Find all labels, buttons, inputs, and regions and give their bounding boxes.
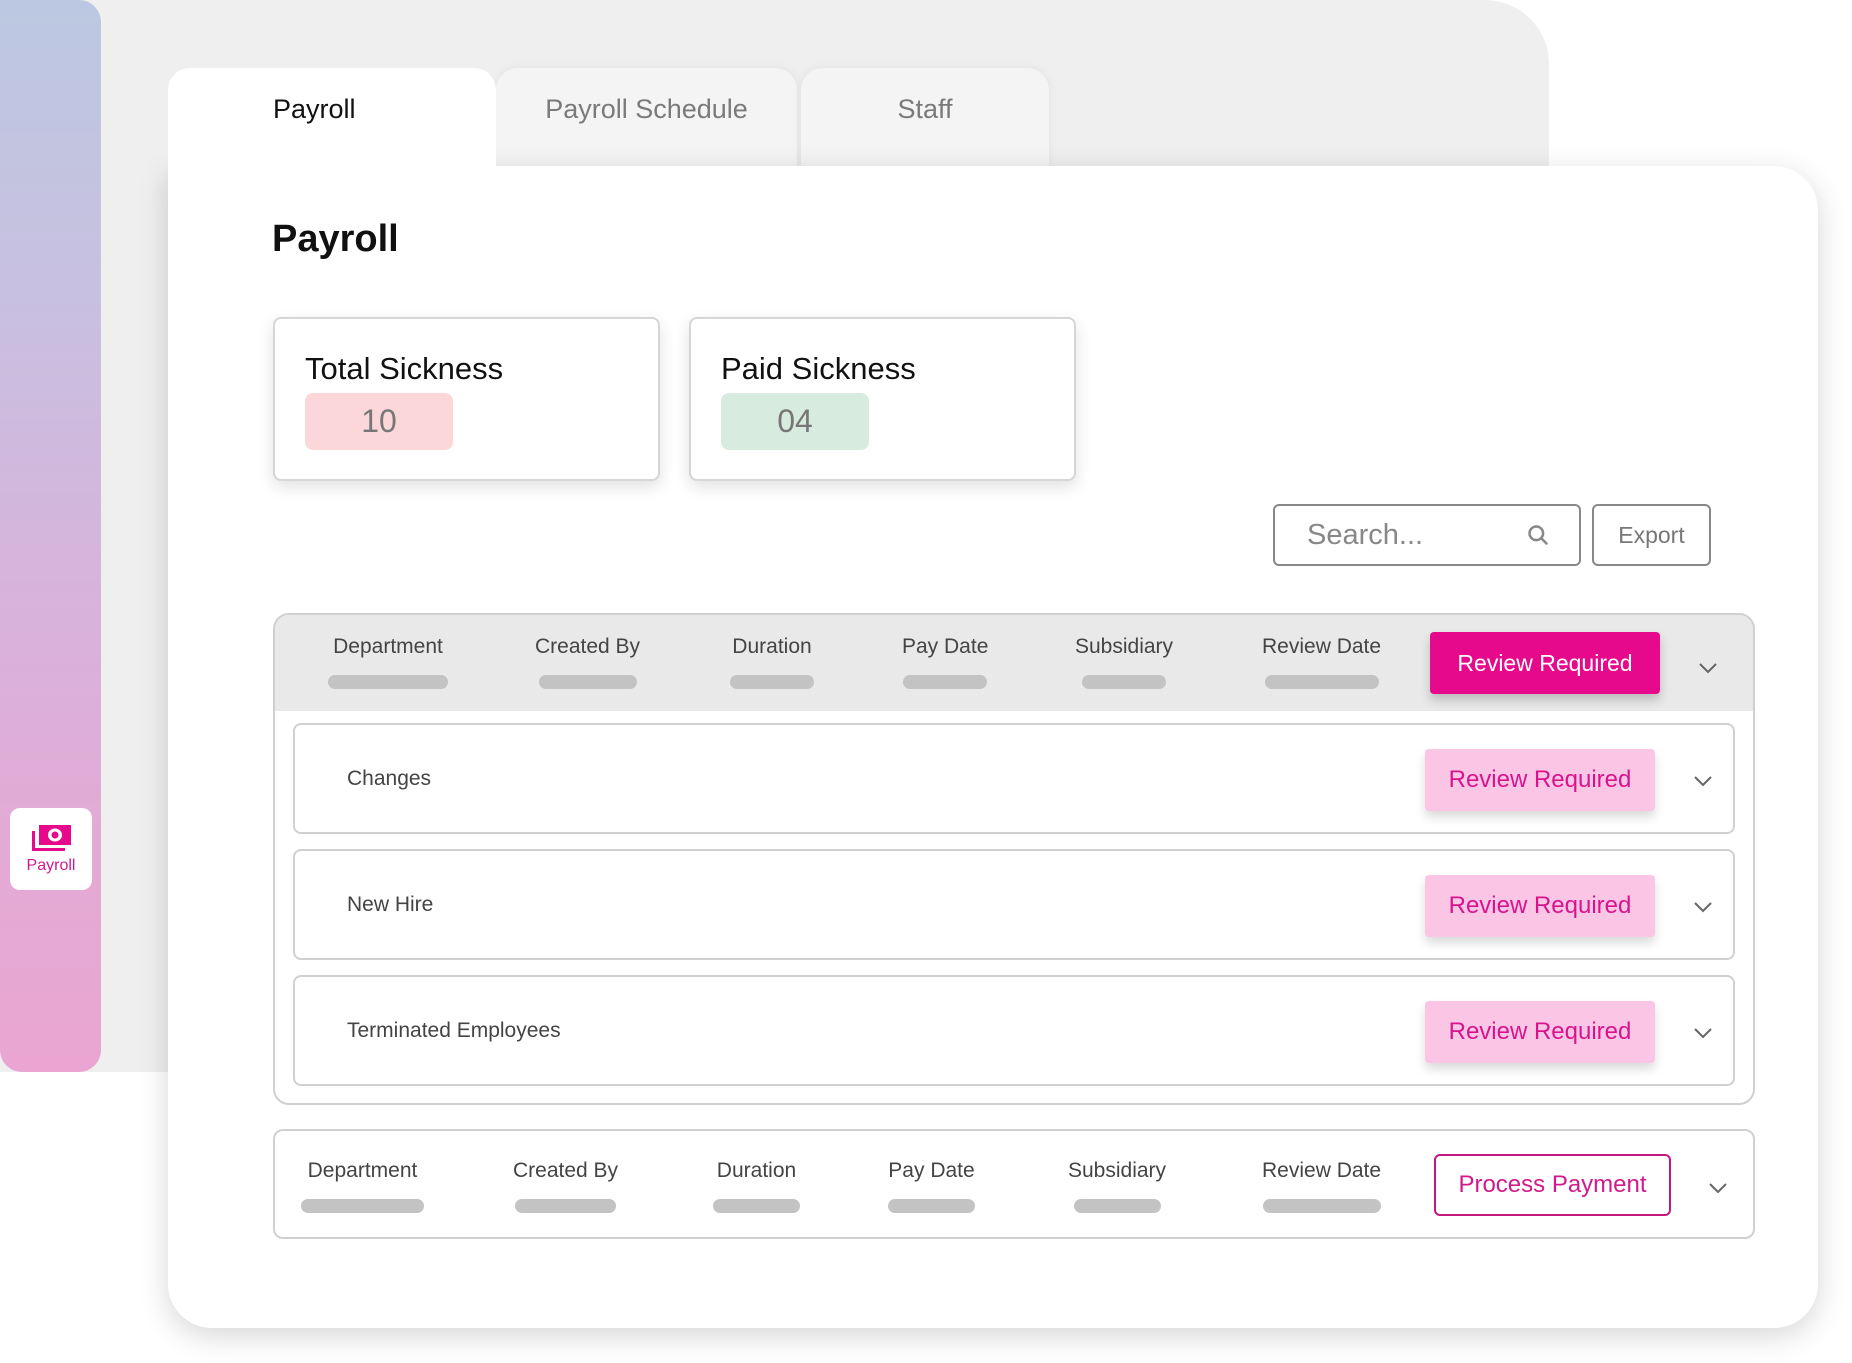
stat-title: Total Sickness <box>305 351 504 386</box>
placeholder-bar <box>515 1199 617 1213</box>
chevron-down-icon[interactable] <box>1690 768 1716 794</box>
column-header: Duration <box>716 1159 797 1182</box>
stat-card-total-sickness: Total Sickness 10 <box>273 317 660 481</box>
chevron-down-icon[interactable] <box>1690 1020 1716 1046</box>
chevron-down-icon[interactable] <box>1705 1175 1731 1201</box>
page-title: Payroll <box>272 218 399 260</box>
column-header: Pay Date <box>902 635 989 658</box>
stat-title: Paid Sickness <box>721 351 916 386</box>
search-box[interactable] <box>1273 504 1581 566</box>
review-table: Department Created By Duration Pay Date … <box>273 613 1755 1105</box>
list-item[interactable]: New Hire Review Required <box>293 849 1735 960</box>
placeholder-bar <box>1264 675 1379 689</box>
column-review-date: Review Date <box>1262 635 1381 689</box>
placeholder-bar <box>1073 1199 1161 1213</box>
column-review-date: Review Date <box>1262 1159 1381 1213</box>
row-name: New Hire <box>347 892 434 916</box>
payment-table: Department Created By Duration Pay Date … <box>273 1129 1755 1239</box>
column-header: Subsidiary <box>1068 1159 1167 1182</box>
placeholder-bar <box>730 675 814 689</box>
stat-value: 10 <box>305 393 453 450</box>
column-subsidiary: Subsidiary <box>1068 1159 1166 1213</box>
placeholder-bar <box>888 1199 975 1213</box>
money-icon <box>32 825 71 851</box>
column-header: Created By <box>535 635 641 658</box>
sidebar: Payroll <box>0 0 101 1072</box>
review-required-button[interactable]: Review Required <box>1425 1001 1655 1063</box>
tab-staff[interactable]: Staff <box>801 68 1049 168</box>
export-button[interactable]: Export <box>1592 504 1711 566</box>
sidebar-item-label: Payroll <box>26 857 76 874</box>
placeholder-bar <box>713 1199 800 1213</box>
tab-payroll-schedule[interactable]: Payroll Schedule <box>496 68 797 168</box>
placeholder-bar <box>903 675 988 689</box>
row-name: Terminated Employees <box>347 1018 561 1042</box>
stat-value: 04 <box>721 393 869 450</box>
review-required-button[interactable]: Review Required <box>1425 875 1655 937</box>
review-required-button[interactable]: Review Required <box>1425 749 1655 811</box>
column-duration: Duration <box>713 1159 800 1213</box>
search-icon[interactable] <box>1527 522 1549 548</box>
placeholder-bar <box>1262 1199 1381 1213</box>
column-duration: Duration <box>730 635 814 689</box>
search-input[interactable] <box>1307 518 1527 552</box>
column-created-by: Created By <box>513 1159 618 1213</box>
table-header: Department Created By Duration Pay Date … <box>275 615 1753 711</box>
sidebar-item-payroll[interactable]: Payroll <box>10 808 92 890</box>
process-payment-button[interactable]: Process Payment <box>1434 1154 1671 1216</box>
column-header: Subsidiary <box>1075 635 1174 658</box>
column-header: Department <box>333 635 443 658</box>
column-department: Department <box>328 635 448 689</box>
column-created-by: Created By <box>535 635 640 689</box>
stat-card-paid-sickness: Paid Sickness 04 <box>689 317 1076 481</box>
placeholder-bar <box>538 675 637 689</box>
column-header: Duration <box>732 635 812 658</box>
column-pay-date: Pay Date <box>888 1159 975 1213</box>
row-name: Changes <box>347 766 432 790</box>
column-header: Department <box>307 1159 418 1182</box>
placeholder-bar <box>1082 675 1167 689</box>
column-pay-date: Pay Date <box>902 635 988 689</box>
chevron-down-icon[interactable] <box>1695 655 1721 681</box>
column-header: Pay Date <box>888 1159 975 1182</box>
review-required-button[interactable]: Review Required <box>1430 632 1660 694</box>
placeholder-bar <box>301 1199 424 1213</box>
column-department: Department <box>301 1159 424 1213</box>
column-header: Review Date <box>1262 635 1382 658</box>
column-header: Review Date <box>1262 1159 1382 1182</box>
list-item[interactable]: Changes Review Required <box>293 723 1735 834</box>
column-header: Created By <box>513 1159 619 1182</box>
tab-payroll[interactable]: Payroll <box>168 68 496 168</box>
column-subsidiary: Subsidiary <box>1075 635 1173 689</box>
main-card: Payroll Total Sickness 10 Paid Sickness … <box>168 166 1818 1328</box>
chevron-down-icon[interactable] <box>1690 894 1716 920</box>
list-item[interactable]: Terminated Employees Review Required <box>293 975 1735 1086</box>
placeholder-bar <box>328 675 448 689</box>
